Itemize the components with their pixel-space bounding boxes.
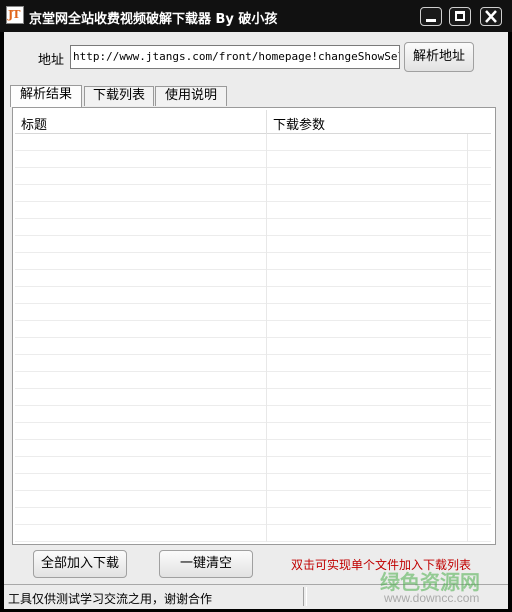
status-divider [303, 587, 307, 606]
minimize-icon [426, 19, 436, 22]
tab-download-list[interactable]: 下载列表 [84, 86, 154, 106]
close-icon [485, 10, 497, 23]
watermark-url: www.downcc.com [384, 591, 480, 605]
window-title: 京堂网全站收费视频破解下载器 By 破小孩 [29, 12, 278, 27]
main-panel: 地址 http://www.jtangs.com/front/homepage!… [4, 32, 508, 609]
results-table-header: 标题 下载参数 [15, 110, 491, 134]
column-header-download-params[interactable]: 下载参数 [273, 114, 325, 133]
app-logo-icon[interactable]: JT [6, 6, 24, 24]
tab-parse-results[interactable]: 解析结果 [10, 85, 82, 107]
app-window: JT 京堂网全站收费视频破解下载器 By 破小孩 地址 http://www.j… [0, 0, 512, 612]
maximize-icon [455, 11, 465, 21]
parse-address-button[interactable]: 解析地址 [404, 42, 474, 72]
tab-usage-instructions[interactable]: 使用说明 [155, 86, 227, 106]
address-label: 地址 [38, 53, 65, 68]
column-divider[interactable] [266, 110, 267, 134]
empty-rows [15, 134, 491, 542]
add-all-to-download-button[interactable]: 全部加入下载 [33, 550, 127, 578]
status-text: 工具仅供测试学习交流之用，谢谢合作 [8, 592, 213, 606]
results-table-body[interactable] [15, 134, 491, 542]
grid-line [266, 134, 267, 542]
app-logo-text: JT [8, 8, 20, 21]
close-button[interactable] [480, 7, 502, 26]
column-header-title[interactable]: 标题 [21, 114, 47, 133]
address-input[interactable]: http://www.jtangs.com/front/homepage!cha… [70, 45, 400, 69]
clear-all-button[interactable]: 一键清空 [159, 550, 253, 578]
maximize-button[interactable] [449, 7, 471, 26]
minimize-button[interactable] [420, 7, 442, 26]
title-bar[interactable]: JT 京堂网全站收费视频破解下载器 By 破小孩 [0, 0, 512, 32]
results-list[interactable]: 标题 下载参数 [12, 107, 496, 545]
grid-line [467, 134, 468, 542]
